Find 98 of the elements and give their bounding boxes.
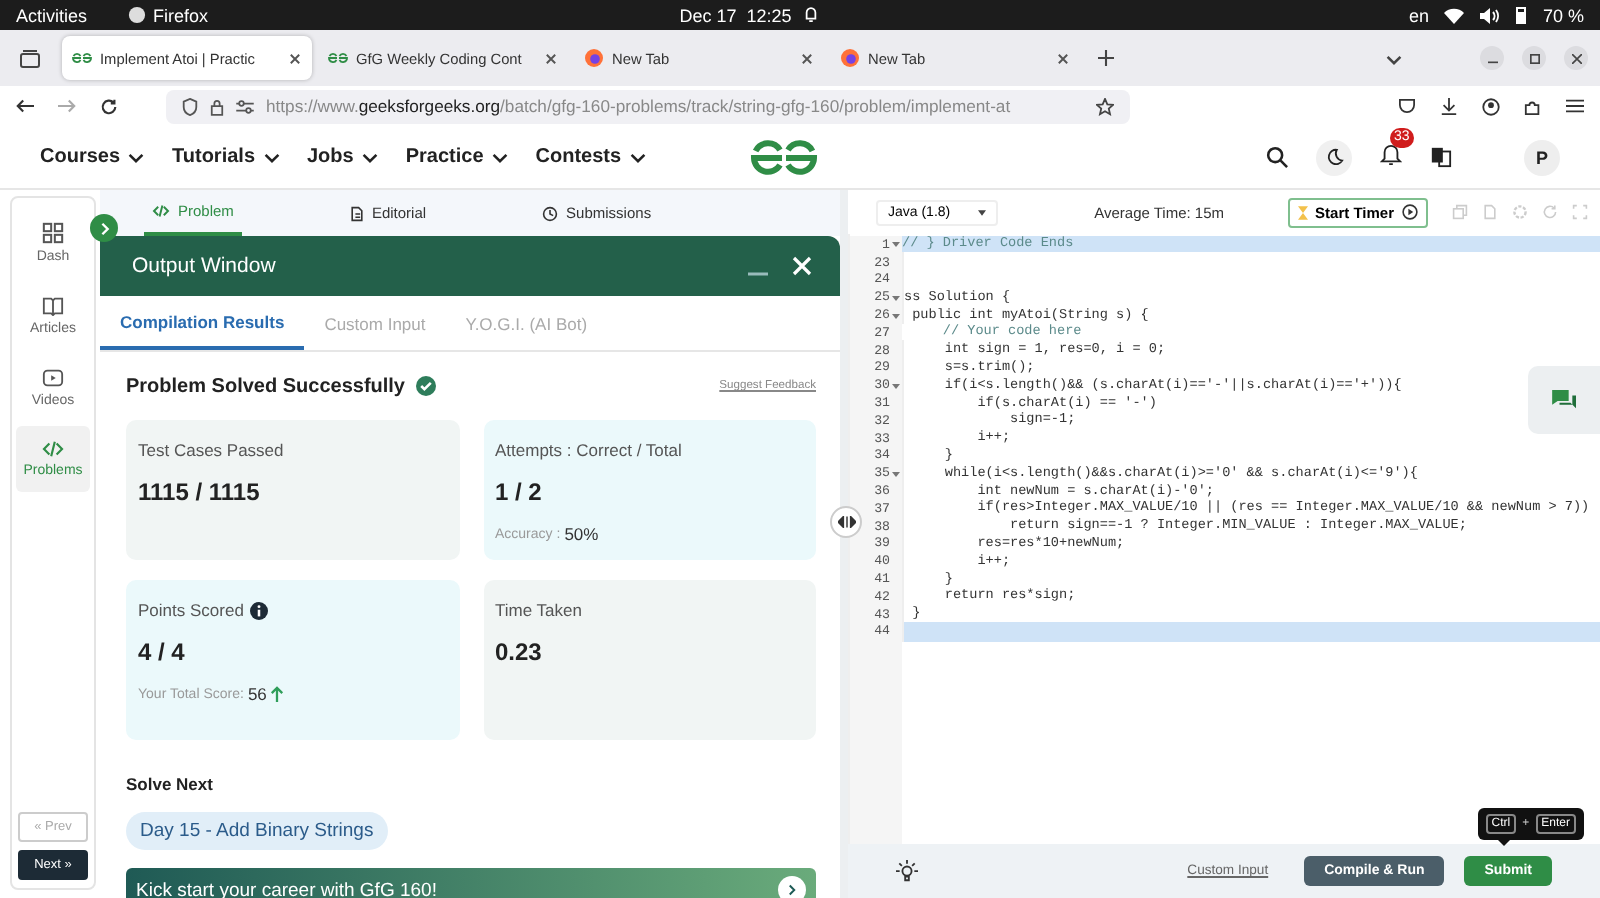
- nav-menu[interactable]: Practice: [405, 146, 508, 168]
- stat-note-value: 50%: [564, 524, 599, 544]
- code-icon: [42, 440, 64, 458]
- nav-menu[interactable]: Jobs: [307, 146, 378, 168]
- fold-icon[interactable]: [892, 240, 900, 249]
- caret-icon: [978, 209, 987, 215]
- stat-label: Points Scored: [138, 600, 244, 620]
- stat-value: 1115 / 1115: [138, 478, 262, 506]
- go-button[interactable]: [778, 876, 806, 898]
- wifi-icon: [1444, 7, 1465, 23]
- fold-icon[interactable]: [892, 311, 900, 320]
- section-heading: Solve Next: [126, 774, 215, 794]
- search-icon[interactable]: [1266, 146, 1288, 168]
- browser-logo-icon: [840, 48, 860, 68]
- translate-icon[interactable]: [1430, 146, 1452, 168]
- alarm-icon: [803, 6, 818, 24]
- tab-list-icon[interactable]: [20, 49, 40, 67]
- lock-icon: [210, 97, 224, 115]
- permissions-icon: [236, 99, 254, 113]
- stat-label: Test Cases Passed: [138, 440, 284, 460]
- url-text: https://www.geeksforgeeks.org/batch/gfg-160-problems/track/string-gfg-160/problem/implement-at: [266, 96, 1013, 116]
- download-icon[interactable]: [1440, 97, 1458, 115]
- chevron-icon: [788, 884, 796, 896]
- address-bar[interactable]: https://www.geeksforgeeks.org/batch/gfg-160-problems/track/string-gfg-160/problem/implement-at: [166, 89, 1130, 123]
- maximize-button[interactable]: [1522, 46, 1546, 70]
- bookmark-star-icon[interactable]: [1096, 97, 1114, 115]
- favicon-icon: [72, 52, 92, 64]
- activities-button[interactable]: Activities: [16, 5, 88, 25]
- lightbulb-icon[interactable]: [896, 859, 918, 883]
- dashboard-icon: [42, 222, 64, 244]
- stat-value: 1 / 2: [495, 478, 544, 506]
- battery-level: 70 %: [1542, 5, 1584, 25]
- nav-menu[interactable]: Courses: [40, 146, 145, 168]
- close-icon[interactable]: [288, 51, 302, 65]
- play-icon: [1402, 204, 1418, 220]
- window-title: Output Window: [132, 254, 278, 278]
- nav-menu[interactable]: Tutorials: [172, 146, 279, 168]
- stat-label: Time Taken: [495, 600, 582, 620]
- book-icon: [42, 296, 64, 316]
- chevron-icon: [99, 221, 109, 235]
- reload-icon[interactable]: [100, 97, 118, 115]
- clock[interactable]: Dec 17 12:25: [679, 5, 792, 25]
- info-icon[interactable]: [249, 601, 268, 619]
- moon-icon: [1325, 148, 1343, 166]
- next-problem-link[interactable]: Day 15 - Add Binary Strings: [126, 812, 388, 850]
- chevron-icon: [491, 151, 508, 163]
- browser-logo-icon: [127, 6, 146, 24]
- hourglass-icon: [1297, 205, 1308, 219]
- output-tab[interactable]: Compilation Results: [100, 296, 305, 350]
- chat-button[interactable]: [1528, 366, 1600, 434]
- close-icon[interactable]: [1056, 51, 1070, 65]
- browser-logo-icon: [584, 48, 604, 68]
- resize-handle[interactable]: [830, 506, 862, 538]
- close-icon[interactable]: [544, 51, 558, 65]
- user-avatar[interactable]: P: [1524, 139, 1560, 175]
- account-icon[interactable]: [1482, 97, 1500, 115]
- chevron-icon: [128, 151, 145, 163]
- fold-icon[interactable]: [892, 381, 900, 390]
- chevron-icon: [629, 151, 646, 163]
- fold-icon[interactable]: [892, 469, 900, 478]
- status-message: Problem Solved Successfully: [126, 375, 405, 397]
- pocket-icon[interactable]: [1398, 98, 1416, 114]
- new-tab-icon[interactable]: [1098, 50, 1114, 66]
- document-icon: [349, 205, 364, 221]
- input-source[interactable]: en: [1408, 5, 1429, 25]
- logo-icon[interactable]: [748, 138, 820, 178]
- volume-icon: [1480, 7, 1501, 23]
- chevron-icon: [361, 151, 378, 163]
- clock-icon: [542, 205, 559, 221]
- bell-icon[interactable]: [1380, 143, 1402, 165]
- app-name: Firefox: [153, 5, 209, 25]
- close-icon: [1571, 53, 1581, 63]
- maximize-icon: [1529, 53, 1539, 63]
- shield-icon: [182, 97, 198, 115]
- chat-icon: [1551, 389, 1577, 411]
- arrows-icon: [837, 516, 855, 528]
- stat-note-value: 56: [247, 684, 267, 704]
- close-icon[interactable]: [800, 51, 814, 65]
- stat-value: 0.23: [495, 638, 544, 666]
- favicon-icon: [328, 52, 348, 64]
- video-icon: [42, 368, 64, 388]
- chevron-icon: [1386, 54, 1402, 66]
- fold-icon[interactable]: [892, 293, 900, 302]
- chevron-icon: [263, 151, 279, 163]
- nav-menu[interactable]: Contests: [535, 146, 646, 168]
- code-icon: [152, 204, 170, 218]
- check-circle-icon: [415, 376, 435, 396]
- extensions-icon[interactable]: [1524, 97, 1542, 115]
- menu-icon[interactable]: [1566, 98, 1584, 114]
- stat-label: Attempts : Correct / Total: [495, 440, 682, 460]
- minimize-button[interactable]: [1480, 46, 1504, 70]
- dark-mode-button[interactable]: [1316, 139, 1352, 175]
- stat-value: 4 / 4: [138, 638, 187, 666]
- expand-button[interactable]: [90, 214, 118, 242]
- battery-icon: [1516, 6, 1527, 24]
- code-editor[interactable]: [848, 234, 1600, 844]
- close-button[interactable]: [1564, 46, 1588, 70]
- back-icon[interactable]: [16, 98, 34, 114]
